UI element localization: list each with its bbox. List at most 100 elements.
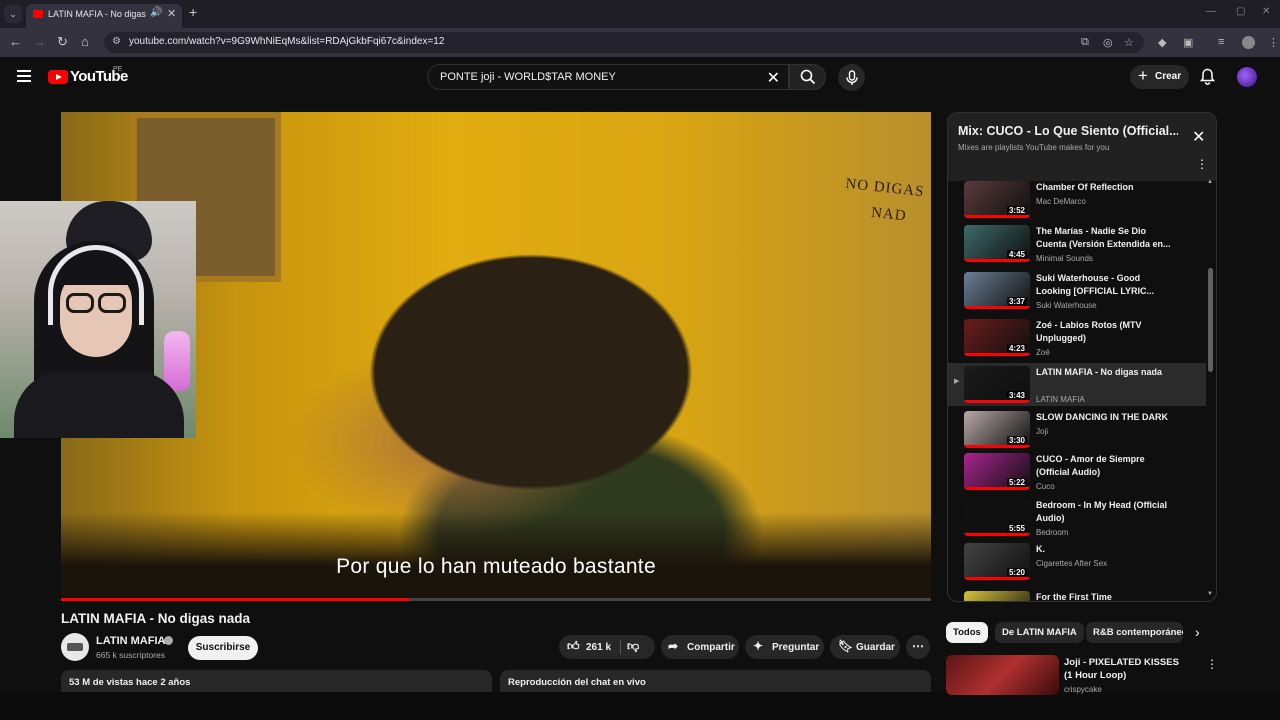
search-input[interactable]: PONTE joji - WORLD$TAR MONEY ✕: [427, 64, 789, 90]
close-tab-icon[interactable]: ✕: [167, 7, 176, 20]
playlist-item[interactable]: 3:37 Suki Waterhouse - Good Looking [OFFI…: [948, 269, 1206, 312]
playlist-more-icon[interactable]: ⋮: [1196, 157, 1208, 171]
playlist-item-thumbnail[interactable]: 4:45: [964, 225, 1030, 262]
playlist-item-title[interactable]: For the First Time: [1036, 591, 1176, 601]
browser-tab[interactable]: LATIN MAFIA - No digas nada 🔊 ✕: [26, 4, 182, 28]
voice-search-button[interactable]: [838, 64, 865, 91]
dislike-icon[interactable]: 👎︎: [627, 639, 639, 654]
extension-icon[interactable]: ◆: [1158, 36, 1166, 49]
browser-menu-icon[interactable]: ⋮: [1268, 36, 1279, 49]
playlist-item-title[interactable]: Chamber Of Reflection: [1036, 181, 1176, 194]
tracking-protection-icon[interactable]: ◎: [1103, 36, 1113, 49]
maximize-icon[interactable]: ▢: [1236, 6, 1245, 17]
playlist-scrollbar[interactable]: [1208, 268, 1213, 372]
playlist-item-title[interactable]: SLOW DANCING IN THE DARK: [1036, 411, 1176, 424]
close-window-icon[interactable]: ✕: [1262, 6, 1270, 17]
recommended-channel[interactable]: crispycake: [1064, 685, 1102, 694]
channel-name[interactable]: LATIN MAFIA: [96, 635, 165, 647]
site-info-icon[interactable]: ⚙: [112, 36, 121, 47]
chip-from-channel[interactable]: De LATIN MAFIA: [995, 622, 1084, 643]
browser-tab-bar: ⌄ LATIN MAFIA - No digas nada 🔊 ✕ + — ▢ …: [0, 0, 1280, 28]
ask-button[interactable]: ✦ Preguntar: [745, 635, 824, 659]
forward-icon[interactable]: →: [33, 34, 46, 49]
back-icon[interactable]: ←: [9, 34, 22, 49]
playlist-item[interactable]: 4:23 Zoé - Labios Rotos (MTV Unplugged) Zo…: [948, 316, 1206, 359]
search-button[interactable]: [789, 64, 826, 90]
playlist-item-thumbnail[interactable]: 3:43: [964, 366, 1030, 403]
playlist-item-channel: Minimal Sounds: [1036, 254, 1093, 263]
close-playlist-icon[interactable]: ✕: [1192, 127, 1205, 147]
playlist-item-thumbnail[interactable]: 4:23: [964, 319, 1030, 356]
scroll-down-icon[interactable]: ▼: [1207, 591, 1213, 597]
speaker-icon[interactable]: 🔊: [150, 7, 162, 18]
playlist-item[interactable]: 5:55 Bedroom - In My Head (Official Audio…: [948, 496, 1206, 539]
profile-avatar-icon[interactable]: [1242, 36, 1255, 49]
account-avatar[interactable]: [1237, 67, 1257, 87]
playlist-item-title[interactable]: Zoé - Labios Rotos (MTV Unplugged): [1036, 319, 1176, 345]
recommended-more-icon[interactable]: ⋮: [1206, 657, 1218, 671]
chip-all[interactable]: Todos: [946, 622, 988, 643]
playlist-item-title[interactable]: Suki Waterhouse - Good Looking [OFFICIAL…: [1036, 272, 1176, 298]
playlist-item-title[interactable]: K.: [1036, 543, 1176, 556]
more-actions-icon[interactable]: ⋯: [906, 635, 930, 659]
minimize-icon[interactable]: —: [1206, 6, 1216, 17]
share-button[interactable]: ➦ Compartir: [661, 635, 739, 659]
like-count[interactable]: 261 k: [586, 642, 611, 653]
playlist-item-duration: 3:30: [1006, 436, 1027, 445]
playlist-item-thumbnail[interactable]: [964, 591, 1030, 601]
playlist-item-title[interactable]: CUCO - Amor de Siempre (Official Audio): [1036, 453, 1176, 479]
bookmark-star-icon[interactable]: ☆: [1124, 36, 1134, 49]
url-text[interactable]: youtube.com/watch?v=9G9WhNiEqMs&list=RDA…: [129, 36, 444, 47]
share-label: Compartir: [687, 642, 735, 653]
like-divider: [620, 640, 621, 654]
playlist-item[interactable]: 3:30 SLOW DANCING IN THE DARK Joji: [948, 408, 1206, 451]
playlist-item-duration: 5:22: [1006, 478, 1027, 487]
notifications-bell-icon[interactable]: [1200, 68, 1215, 85]
playlist-item-title[interactable]: LATIN MAFIA - No digas nada: [1036, 366, 1176, 379]
youtube-logo-icon[interactable]: [48, 70, 68, 84]
home-icon[interactable]: ⌂: [81, 34, 89, 49]
save-button[interactable]: 🔖︎ Guardar: [830, 635, 900, 659]
address-bar[interactable]: ⚙ youtube.com/watch?v=9G9WhNiEqMs&list=R…: [104, 32, 1144, 53]
views-and-date: 53 M de vistas hace 2 años: [69, 677, 191, 688]
media-control-icon[interactable]: ≡: [1218, 36, 1224, 48]
playlist-item[interactable]: For the First Time: [948, 588, 1206, 601]
playlist-item-thumbnail[interactable]: 3:30: [964, 411, 1030, 448]
hamburger-menu-icon[interactable]: [17, 70, 31, 82]
video-title: LATIN MAFIA - No digas nada: [61, 611, 250, 626]
playlist-item-thumbnail[interactable]: 5:22: [964, 453, 1030, 490]
playlist-item[interactable]: 3:52 Chamber Of Reflection Mac DeMarco: [948, 181, 1206, 221]
playlist-item-thumbnail[interactable]: 3:52: [964, 181, 1030, 218]
chat-replay-box[interactable]: Reproducción del chat en vivo: [500, 670, 931, 692]
extensions-puzzle-icon[interactable]: ▣: [1183, 36, 1193, 49]
subscribe-button[interactable]: Suscribirse: [188, 636, 258, 660]
playlist-item[interactable]: 5:20 K. Cigarettes After Sex: [948, 540, 1206, 583]
playlist-item-title[interactable]: Bedroom - In My Head (Official Audio): [1036, 499, 1176, 525]
playlist-item-channel: Cuco: [1036, 482, 1055, 491]
create-button[interactable]: + Crear: [1130, 65, 1189, 89]
chip-genre[interactable]: R&B contemporáneo: [1086, 622, 1183, 643]
playlist-item-thumbnail[interactable]: 5:20: [964, 543, 1030, 580]
install-app-icon[interactable]: ⧉: [1081, 36, 1089, 49]
recommended-thumbnail[interactable]: [946, 655, 1059, 695]
playlist-item[interactable]: 4:45 The Marías - Nadie Se Dio Cuenta (Ve…: [948, 222, 1206, 265]
playlist-item[interactable]: 5:22 CUCO - Amor de Siempre (Official Aud…: [948, 450, 1206, 493]
channel-avatar[interactable]: [61, 633, 89, 661]
tab-search-icon[interactable]: ⌄: [4, 5, 22, 23]
clear-search-icon[interactable]: ✕: [767, 68, 780, 88]
reload-icon[interactable]: ↻: [57, 34, 68, 50]
video-progress-bar[interactable]: [61, 598, 931, 601]
like-icon[interactable]: 👍︎: [567, 639, 580, 654]
playlist-item-thumbnail[interactable]: 3:37: [964, 272, 1030, 309]
scroll-up-icon[interactable]: ▲: [1207, 179, 1213, 185]
chevron-right-icon[interactable]: ›: [1195, 624, 1200, 640]
playlist-item-title[interactable]: The Marías - Nadie Se Dio Cuenta (Versió…: [1036, 225, 1176, 251]
description-box[interactable]: 53 M de vistas hace 2 años: [61, 670, 492, 692]
new-tab-icon[interactable]: +: [189, 4, 197, 20]
recommended-title[interactable]: Joji - PIXELATED KISSES (1 Hour Loop): [1064, 656, 1184, 682]
search-value[interactable]: PONTE joji - WORLD$TAR MONEY: [440, 71, 616, 83]
playlist-item[interactable]: ▶ 3:43 LATIN MAFIA - No digas nada LATIN MA…: [948, 363, 1206, 406]
playlist-title[interactable]: Mix: CUCO - Lo Que Siento (Official...: [958, 124, 1178, 138]
playlist-item-thumbnail[interactable]: 5:55: [964, 499, 1030, 536]
webcam-overlay: [0, 201, 196, 438]
